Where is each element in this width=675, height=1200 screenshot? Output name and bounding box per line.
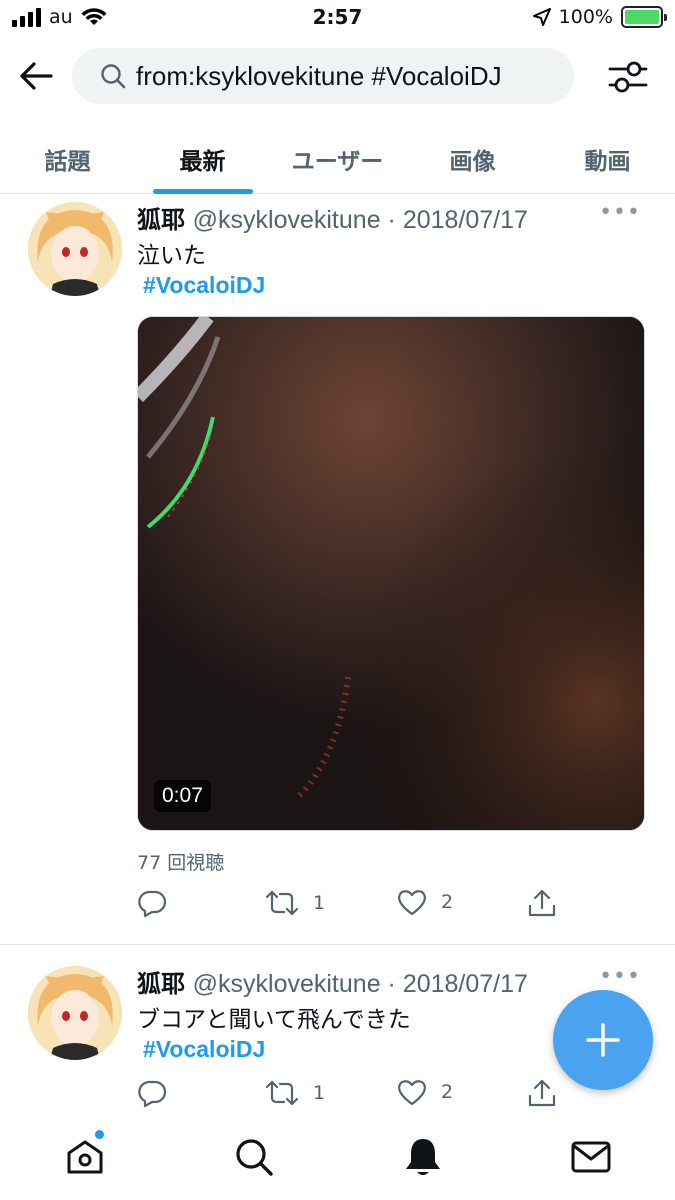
retweet-count: 1 bbox=[313, 1082, 326, 1104]
tab-images[interactable]: 画像 bbox=[405, 120, 540, 193]
video-duration: 0:07 bbox=[154, 780, 211, 812]
more-options-button[interactable]: ••• bbox=[599, 964, 641, 989]
retweet-button[interactable]: 1 bbox=[265, 1078, 325, 1108]
display-name[interactable]: 狐耶 bbox=[137, 970, 185, 998]
more-options-button[interactable]: ••• bbox=[599, 200, 641, 225]
tab-latest[interactable]: 最新 bbox=[135, 120, 270, 194]
compose-tweet-button[interactable] bbox=[553, 990, 653, 1090]
tweet-text: 泣いた bbox=[137, 243, 206, 269]
retweet-button[interactable]: 1 bbox=[265, 888, 325, 918]
tweet-text: ブコアと聞いて飛んできた bbox=[137, 1007, 411, 1033]
arrow-left-icon bbox=[20, 62, 53, 90]
bottom-navigation bbox=[0, 1112, 675, 1200]
battery-percent: 100% bbox=[558, 6, 613, 28]
reply-icon bbox=[138, 890, 167, 918]
heart-icon bbox=[398, 1080, 426, 1106]
home-icon bbox=[67, 1140, 103, 1174]
share-button[interactable] bbox=[527, 888, 557, 918]
search-tabs: 話題 最新 ユーザー 画像 動画 bbox=[0, 120, 675, 194]
video-player[interactable]: 0:07 bbox=[137, 316, 645, 831]
location-icon bbox=[532, 8, 551, 26]
reply-button[interactable] bbox=[137, 888, 167, 918]
display-name[interactable]: 狐耶 bbox=[137, 206, 185, 234]
like-count: 2 bbox=[441, 891, 454, 913]
tab-indicator bbox=[152, 189, 253, 194]
tab-top[interactable]: 話題 bbox=[0, 120, 135, 193]
mail-icon bbox=[571, 1141, 611, 1173]
tweet-actions: 1 2 bbox=[137, 888, 597, 928]
like-button[interactable]: 2 bbox=[397, 888, 453, 916]
heart-icon bbox=[398, 890, 426, 916]
tweet-date[interactable]: 2018/07/17 bbox=[403, 970, 528, 998]
view-count: 77 回視聴 bbox=[137, 852, 225, 874]
separator-dot: · bbox=[380, 206, 403, 234]
separator-dot: · bbox=[380, 970, 403, 998]
retweet-count: 1 bbox=[313, 892, 326, 914]
notification-dot bbox=[95, 1130, 104, 1139]
video-thumbnail bbox=[138, 317, 644, 830]
nav-home[interactable] bbox=[60, 1130, 110, 1182]
username[interactable]: @ksyklovekitune bbox=[193, 206, 381, 234]
reply-button[interactable] bbox=[137, 1078, 167, 1108]
search-input[interactable]: from:ksyklovekitune #VocaloiDJ bbox=[72, 48, 574, 104]
retweet-icon bbox=[265, 890, 299, 916]
tab-videos[interactable]: 動画 bbox=[540, 120, 675, 193]
nav-notifications[interactable] bbox=[398, 1132, 448, 1182]
plus-icon bbox=[586, 1023, 620, 1057]
avatar[interactable] bbox=[28, 966, 122, 1060]
tweet-divider bbox=[0, 944, 675, 945]
retweet-icon bbox=[265, 1080, 299, 1106]
like-button[interactable]: 2 bbox=[397, 1078, 453, 1106]
tweet-date[interactable]: 2018/07/17 bbox=[403, 206, 528, 234]
share-icon bbox=[528, 1079, 556, 1107]
search-header: from:ksyklovekitune #VocaloiDJ bbox=[0, 44, 675, 108]
hashtag-link[interactable]: #VocaloiDJ bbox=[143, 1036, 265, 1063]
hashtag-link[interactable]: #VocaloiDJ bbox=[143, 272, 265, 299]
status-right: 100% bbox=[532, 6, 667, 28]
back-button[interactable] bbox=[14, 54, 58, 98]
search-query: from:ksyklovekitune #VocaloiDJ bbox=[136, 60, 502, 91]
sliders-icon bbox=[608, 61, 648, 93]
like-count: 2 bbox=[441, 1081, 454, 1103]
tweet-header: 狐耶 @ksyklovekitune · 2018/07/17 bbox=[137, 200, 528, 235]
status-bar: au 2:57 100% bbox=[0, 0, 675, 38]
battery-icon bbox=[621, 6, 667, 28]
nav-messages[interactable] bbox=[566, 1132, 616, 1182]
search-icon bbox=[101, 64, 126, 89]
tweet-header: 狐耶 @ksyklovekitune · 2018/07/17 bbox=[137, 964, 528, 999]
avatar[interactable] bbox=[28, 202, 122, 296]
bell-icon bbox=[406, 1139, 440, 1175]
tab-users[interactable]: ユーザー bbox=[270, 120, 405, 193]
username[interactable]: @ksyklovekitune bbox=[193, 970, 381, 998]
search-icon bbox=[236, 1139, 273, 1176]
share-icon bbox=[528, 889, 556, 917]
reply-icon bbox=[138, 1080, 167, 1108]
nav-explore[interactable] bbox=[229, 1132, 279, 1182]
tweet[interactable]: 狐耶 @ksyklovekitune · 2018/07/17 ••• 泣いた … bbox=[0, 196, 675, 944]
search-filter-button[interactable] bbox=[605, 54, 651, 100]
share-button[interactable] bbox=[527, 1078, 557, 1108]
